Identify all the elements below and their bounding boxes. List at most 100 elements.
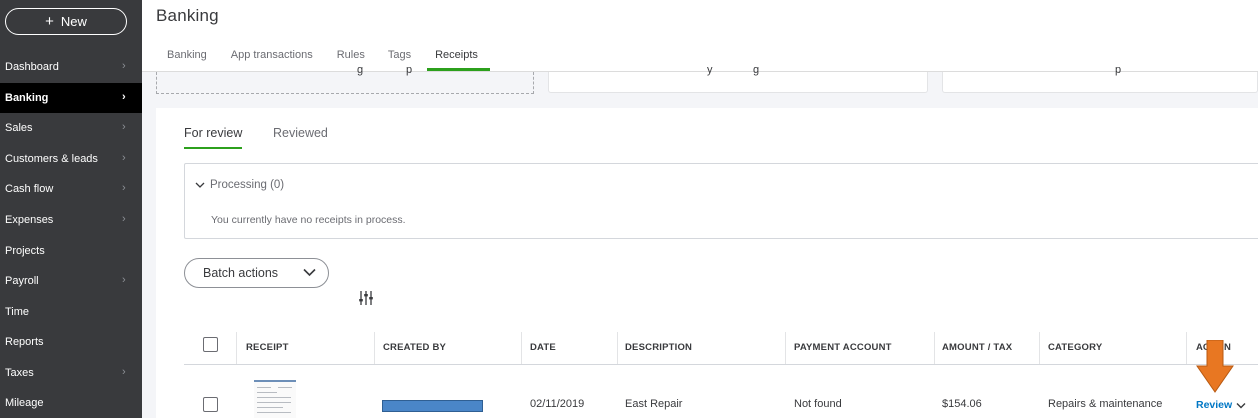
tab-label: App transactions (230, 49, 313, 61)
column-separator (934, 332, 935, 364)
row-amount: $154.06 (942, 398, 982, 410)
processing-toggle[interactable]: Processing (0) (195, 179, 284, 191)
select-all-checkbox[interactable] (203, 337, 218, 352)
new-button[interactable]: + New (5, 8, 127, 35)
partial-text: p (406, 64, 413, 76)
receipt-upload-dropzone[interactable]: g p (156, 64, 534, 94)
sidebar-item-cash-flow[interactable]: Cash flow › (0, 174, 142, 204)
created-by-redacted (382, 400, 483, 412)
processing-message: You currently have no receipts in proces… (211, 214, 406, 226)
page-title: Banking (156, 6, 219, 25)
column-header-receipt[interactable]: RECEIPT (246, 342, 289, 353)
annotation-arrow-icon (1196, 340, 1234, 393)
partial-text: y (707, 64, 713, 76)
thumb-line (257, 412, 291, 413)
sidebar-item-time[interactable]: Time (0, 297, 142, 327)
partial-text: g (357, 64, 364, 76)
column-separator (785, 332, 786, 364)
row-payment-account: Not found (794, 398, 842, 410)
left-navigation: + New Dashboard › Banking › Sales › Cust… (0, 0, 142, 418)
tab-receipts[interactable]: Receipts (427, 44, 490, 71)
row-category: Repairs & maintenance (1048, 398, 1163, 410)
batch-actions-button[interactable]: Batch actions (184, 258, 329, 288)
sidebar-item-taxes[interactable]: Taxes › (0, 358, 142, 388)
subtab-for-review[interactable]: For review (184, 126, 242, 140)
column-separator (236, 332, 237, 364)
thumb-line (257, 402, 291, 403)
sidebar-item-dashboard[interactable]: Dashboard › (0, 52, 142, 82)
row-description: East Repair (625, 398, 683, 410)
column-separator (1039, 332, 1040, 364)
info-card: y g (548, 64, 928, 93)
column-header-created-by[interactable]: CREATED BY (383, 342, 446, 353)
partial-text: g (753, 64, 760, 76)
sidebar-item-banking[interactable]: Banking › (0, 83, 142, 113)
thumb-line (257, 392, 277, 393)
batch-actions-label: Batch actions (203, 266, 279, 280)
partial-text: p (1115, 64, 1122, 76)
sidebar-item-label: Time (5, 306, 30, 318)
column-header-category[interactable]: CATEGORY (1048, 342, 1102, 353)
table-header-divider (184, 364, 1258, 365)
settings-sliders-icon[interactable] (358, 290, 374, 306)
column-separator (1186, 332, 1187, 364)
sidebar-item-label: Projects (5, 245, 45, 257)
column-header-date[interactable]: DATE (530, 342, 556, 353)
receipt-thumbnail[interactable] (254, 380, 296, 418)
sidebar-item-label: Customers & leads (5, 153, 98, 165)
review-button[interactable]: Review (1196, 399, 1232, 411)
sidebar-item-projects[interactable]: Projects (0, 236, 142, 266)
sidebar-item-label: Banking (5, 92, 49, 104)
sidebar-item-mileage[interactable]: Mileage (0, 388, 142, 418)
thumb-line (257, 407, 283, 408)
active-subtab-indicator (184, 147, 242, 149)
sidebar-item-label: Payroll (5, 275, 39, 287)
tab-banking[interactable]: Banking (167, 44, 207, 71)
column-header-amount-tax[interactable]: AMOUNT / TAX (942, 342, 1012, 353)
tab-app-transactions[interactable]: App transactions (231, 44, 313, 71)
sidebar-item-label: Cash flow (5, 183, 54, 195)
chevron-right-icon: › (122, 274, 126, 286)
thumb-line (257, 387, 271, 388)
sidebar-item-label: Reports (5, 336, 44, 348)
sidebar-item-label: Dashboard (5, 61, 59, 73)
subtab-reviewed[interactable]: Reviewed (273, 126, 328, 140)
chevron-right-icon: › (122, 152, 126, 164)
chevron-down-icon (195, 182, 205, 188)
tab-label: Tags (387, 49, 412, 61)
chevron-right-icon: › (122, 213, 126, 225)
plus-icon: + (45, 13, 54, 30)
sidebar-item-label: Sales (5, 122, 33, 134)
chevron-right-icon: › (122, 91, 126, 103)
sidebar-item-label: Expenses (5, 214, 54, 226)
new-button-label: New (60, 14, 87, 29)
column-separator (374, 332, 375, 364)
processing-section: Processing (0) You currently have no rec… (184, 163, 1258, 239)
sidebar-item-sales[interactable]: Sales › (0, 113, 142, 143)
sidebar-item-reports[interactable]: Reports (0, 327, 142, 357)
banking-tabs: Banking App transactions Rules Tags Rece… (156, 44, 490, 72)
column-separator (617, 332, 618, 364)
tab-label: Rules (336, 49, 365, 61)
sidebar-item-payroll[interactable]: Payroll › (0, 266, 142, 296)
row-checkbox[interactable] (203, 397, 218, 412)
sidebar-item-label: Mileage (5, 397, 44, 409)
sidebar-item-customers-leads[interactable]: Customers & leads › (0, 144, 142, 174)
chevron-right-icon: › (122, 182, 126, 194)
column-header-payment-account[interactable]: PAYMENT ACCOUNT (794, 342, 892, 353)
processing-label: Processing (0) (210, 179, 285, 191)
column-header-description[interactable]: DESCRIPTION (625, 342, 692, 353)
row-date: 02/11/2019 (530, 398, 585, 410)
receipts-panel: For review Reviewed Processing (0) You c… (156, 108, 1258, 418)
chevron-right-icon: › (122, 60, 126, 72)
tab-label: Banking (167, 49, 207, 61)
sidebar-item-label: Taxes (5, 367, 34, 379)
thumb-line (257, 397, 291, 398)
sidebar-item-expenses[interactable]: Expenses › (0, 205, 142, 235)
info-card: p (942, 64, 1258, 93)
chevron-down-icon (303, 268, 316, 277)
chevron-down-icon[interactable] (1236, 402, 1246, 410)
thumb-line (278, 387, 292, 388)
chevron-right-icon: › (122, 366, 126, 378)
tab-label: Receipts (435, 49, 478, 61)
